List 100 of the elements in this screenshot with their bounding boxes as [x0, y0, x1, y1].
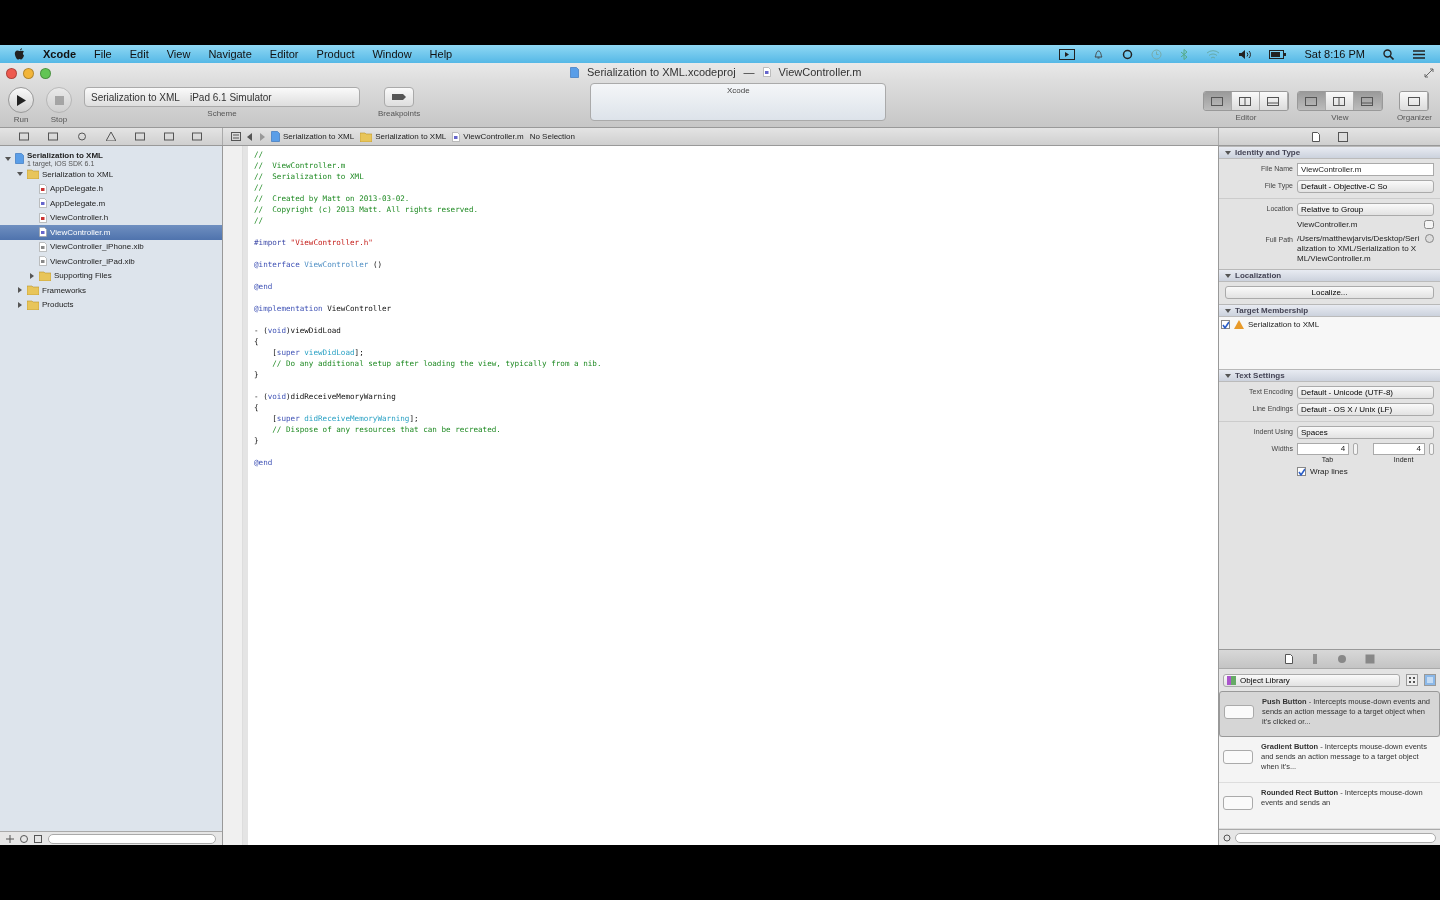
navigator-item[interactable]: Supporting Files	[0, 268, 222, 283]
navigator-item[interactable]: ViewController_iPhone.xib	[0, 239, 222, 254]
menu-item[interactable]: Xcode	[43, 48, 76, 60]
search-icon[interactable]	[1383, 48, 1394, 60]
layout-icon	[1211, 96, 1224, 106]
editor-mode-button[interactable]	[1203, 92, 1232, 110]
source-file-icon	[762, 67, 771, 77]
location-popup[interactable]: Relative to Group	[1297, 203, 1434, 216]
section-header[interactable]: Localization	[1219, 269, 1440, 282]
breakpoints-button[interactable]	[384, 87, 415, 107]
menu-icon[interactable]	[1412, 48, 1426, 60]
interface-file-icon	[39, 241, 47, 252]
breadcrumb-item[interactable]: No Selection	[529, 132, 575, 141]
menu-item[interactable]: Product	[316, 48, 355, 60]
volume-icon[interactable]	[1238, 48, 1252, 60]
button-thumbnail	[1223, 796, 1253, 810]
title-separator: —	[743, 66, 755, 78]
source-file-icon	[39, 212, 47, 223]
navigator-item[interactable]: ViewController.m	[0, 225, 222, 240]
view-toggle-button[interactable]	[1353, 92, 1382, 110]
scheme-popup[interactable]: Serialization to XML iPad 6.1 Simulator	[84, 87, 360, 107]
triangle-down-icon	[17, 171, 23, 178]
library-filter-field[interactable]	[1235, 832, 1436, 843]
toolbar-label: Organizer	[1396, 113, 1432, 122]
breadcrumb-item[interactable]: ViewController.m	[452, 131, 524, 142]
menu-item[interactable]: Window	[372, 48, 412, 60]
toolbar-label: Editor	[1235, 113, 1257, 122]
text-encoding-popup[interactable]: Default - Unicode (UTF-8)	[1297, 386, 1434, 399]
layout-icon	[1333, 96, 1346, 106]
close-button[interactable]	[6, 67, 17, 79]
layout-icon	[1305, 96, 1318, 106]
target-checkbox[interactable]	[1221, 320, 1230, 329]
menu-item[interactable]: Edit	[129, 48, 149, 60]
layout-icon	[1407, 96, 1420, 106]
fullscreen-icon[interactable]	[1424, 68, 1434, 78]
location-file: ViewController.m	[1297, 220, 1359, 230]
related-items-icon[interactable]	[231, 132, 241, 141]
zoom-button[interactable]	[40, 67, 51, 79]
menu-item[interactable]: View	[166, 48, 191, 60]
menu-item[interactable]: File	[94, 48, 112, 60]
navigator-item[interactable]: Serialization to XML	[0, 167, 222, 182]
navigator-item[interactable]: Frameworks	[0, 283, 222, 298]
button-thumbnail	[1223, 750, 1253, 764]
navigator-item[interactable]: ViewController.h	[0, 210, 222, 225]
wrap-lines-checkbox[interactable]	[1297, 467, 1306, 476]
window-title: Serialization to XML.xcodeproj	[587, 66, 736, 78]
full-path: /Users/matthewjarvis/Desktop/Serialization to XML/Serialization to XML/ViewController.m	[1297, 234, 1421, 264]
organizer-button[interactable]	[1400, 92, 1429, 110]
menu-clock[interactable]: Sat 8:16 PM	[1304, 48, 1365, 60]
minimize-button[interactable]	[23, 67, 34, 79]
project-file-icon	[570, 66, 579, 78]
run-button[interactable]	[8, 87, 34, 113]
battery-icon[interactable]	[1269, 49, 1287, 59]
checkbox-label: Wrap lines	[1310, 467, 1348, 476]
project-name: Serialization to XML	[27, 151, 103, 160]
back-icon[interactable]	[247, 132, 253, 141]
view-toggle-button[interactable]	[1297, 92, 1326, 110]
library-icon	[1227, 675, 1236, 685]
layout-icon	[1361, 96, 1374, 106]
navigator-item[interactable]: ViewController_iPad.xib	[0, 254, 222, 269]
navigator-item[interactable]: Products	[0, 297, 222, 312]
localize-button[interactable]: Localize...	[1225, 286, 1434, 299]
monitor-icon[interactable]	[1059, 48, 1076, 60]
file-type-popup[interactable]: Default - Objective-C So	[1297, 180, 1434, 193]
file-template-icon[interactable]	[1284, 654, 1293, 664]
line-endings-popup[interactable]: Default - OS X / Unix (LF)	[1297, 403, 1434, 416]
editor-mode-button[interactable]	[1259, 92, 1288, 110]
filter-field[interactable]	[48, 833, 216, 844]
project-file-icon	[271, 131, 280, 142]
breadcrumb-item[interactable]: Serialization to XML	[360, 131, 447, 142]
view-toggle-button[interactable]	[1325, 92, 1354, 110]
file-name-field[interactable]: ViewController.m	[1297, 163, 1434, 176]
menu-item[interactable]: Editor	[269, 48, 299, 60]
tab-width-field[interactable]: 4	[1297, 443, 1350, 455]
warning-icon[interactable]	[105, 132, 116, 141]
file-inspector-icon[interactable]	[1311, 131, 1320, 142]
layout-icon	[1239, 96, 1252, 106]
add-icon[interactable]	[6, 834, 14, 843]
menu-item[interactable]: Help	[429, 48, 453, 60]
menu-item[interactable]: Navigate	[208, 48, 252, 60]
section-header[interactable]: Text Settings	[1219, 369, 1440, 382]
editor-mode-button[interactable]	[1231, 92, 1260, 110]
triangle-down-icon	[1225, 272, 1231, 279]
grid-view-icon[interactable]	[1406, 674, 1418, 686]
section-header[interactable]: Target Membership	[1219, 304, 1440, 317]
toolbar-label: Run	[13, 115, 29, 124]
bell-icon[interactable]	[1093, 48, 1105, 60]
indent-width-field[interactable]: 4	[1372, 443, 1425, 455]
stop-icon	[54, 95, 64, 105]
navigator-item[interactable]: AppDelegate.h	[0, 181, 222, 196]
library-popup[interactable]: Object Library	[1223, 673, 1400, 687]
section-header[interactable]: Identity and Type	[1219, 146, 1440, 159]
breakpoint-icon	[392, 94, 407, 100]
breadcrumb-item[interactable]: Serialization to XML	[271, 131, 355, 142]
indent-using-popup[interactable]: Spaces	[1297, 426, 1434, 439]
window-title: ViewController.m	[778, 66, 862, 78]
source-file-icon	[39, 183, 47, 194]
triangle-down-icon	[5, 155, 11, 162]
triangle-down-icon	[1225, 372, 1231, 379]
navigator-item[interactable]: AppDelegate.m	[0, 196, 222, 211]
